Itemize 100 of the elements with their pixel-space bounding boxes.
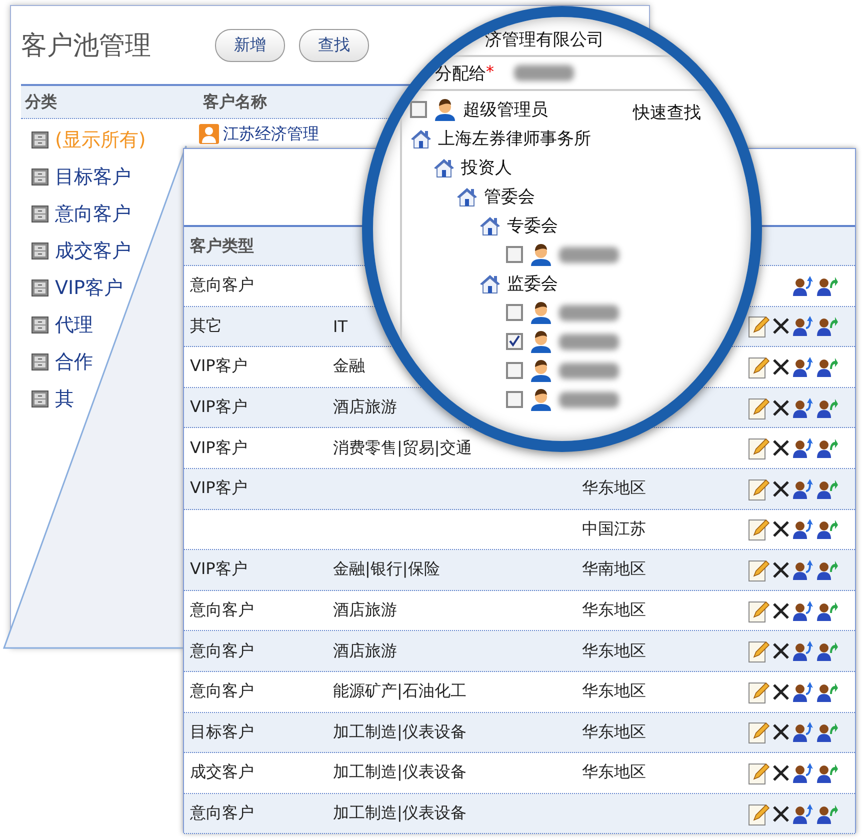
person-icon (433, 98, 457, 122)
user-avatar-icon (199, 124, 219, 144)
quick-search-link[interactable]: 快速查找 (633, 101, 701, 121)
table-cell-text: 华东地区 (581, 640, 646, 662)
user-arrow-icon[interactable] (792, 802, 814, 825)
table-cell-text: VIP客户 (189, 356, 248, 378)
category-item[interactable]: 意向客户 (55, 200, 131, 226)
toolbar-button[interactable]: 查找 (299, 28, 369, 62)
user-arrow-icon[interactable] (792, 315, 814, 338)
delete-icon[interactable] (772, 520, 790, 538)
tree-folder[interactable]: 监委会 (507, 272, 558, 295)
user-arrow-icon[interactable] (816, 680, 838, 703)
delete-icon[interactable] (772, 480, 790, 498)
tree-folder[interactable]: 上海左券律师事务所 (438, 127, 591, 150)
user-arrow-icon[interactable] (816, 356, 838, 378)
user-arrow-icon[interactable] (792, 680, 814, 703)
edit-icon[interactable] (748, 436, 770, 460)
edit-icon[interactable] (748, 680, 770, 704)
user-arrow-icon[interactable] (792, 274, 814, 297)
category-item[interactable]: 代理 (55, 312, 93, 338)
table-cell-text: 成交客户 (189, 762, 254, 784)
person-icon (529, 388, 553, 412)
edit-icon[interactable] (748, 598, 770, 623)
checkbox[interactable] (506, 333, 523, 350)
tree-folder[interactable]: 投资人 (461, 156, 512, 179)
checkbox[interactable] (506, 391, 523, 408)
person-icon (529, 300, 553, 324)
delete-icon[interactable] (772, 642, 790, 660)
checkbox[interactable] (506, 304, 523, 321)
drawer-icon (31, 316, 49, 334)
blurred-name (559, 246, 619, 262)
user-arrow-icon[interactable] (816, 721, 838, 744)
table-cell-text: 酒店旅游 (332, 640, 397, 662)
edit-icon[interactable] (748, 476, 770, 501)
user-arrow-icon[interactable] (792, 600, 814, 622)
toolbar-button[interactable]: 新增 (215, 28, 285, 62)
category-item[interactable]: 其 (55, 386, 74, 412)
category-item[interactable]: 成交客户 (55, 238, 131, 264)
edit-icon[interactable] (748, 802, 770, 826)
category-item[interactable]: VIP客户 (55, 274, 124, 300)
tree-folder[interactable]: 管委会 (484, 185, 535, 208)
tree-item[interactable]: 超级管理员 (463, 98, 548, 121)
customer-name[interactable]: 江苏经济管理 (223, 124, 319, 144)
edit-icon[interactable] (748, 396, 770, 420)
user-arrow-icon[interactable] (816, 274, 838, 297)
user-arrow-icon[interactable] (792, 518, 814, 540)
user-arrow-icon[interactable] (792, 356, 814, 378)
blurred-name (559, 304, 619, 320)
drawer-icon (31, 168, 49, 186)
delete-icon[interactable] (772, 358, 790, 376)
edit-icon[interactable] (748, 354, 770, 379)
user-arrow-icon[interactable] (816, 640, 838, 662)
user-arrow-icon[interactable] (816, 396, 838, 419)
checkbox[interactable] (506, 246, 523, 263)
delete-icon[interactable] (772, 317, 790, 336)
delete-icon[interactable] (772, 398, 790, 417)
user-arrow-icon[interactable] (816, 600, 838, 622)
user-arrow-icon[interactable] (792, 478, 814, 500)
user-arrow-icon[interactable] (792, 396, 814, 419)
user-arrow-icon[interactable] (792, 558, 814, 581)
column-header: 分类 (24, 92, 57, 112)
delete-icon[interactable] (772, 682, 790, 701)
table-cell-text: 意向客户 (189, 803, 254, 824)
edit-icon[interactable] (748, 314, 770, 338)
user-arrow-icon[interactable] (816, 478, 838, 500)
user-arrow-icon[interactable] (816, 802, 838, 825)
table-cell-text: 加工制造|仪表设备 (332, 722, 466, 743)
delete-icon[interactable] (772, 560, 790, 579)
edit-icon[interactable] (748, 760, 770, 785)
table-cell-text: 华南地区 (581, 559, 646, 580)
user-arrow-icon[interactable] (816, 437, 838, 460)
edit-icon[interactable] (748, 720, 770, 744)
table-cell-text: 华东地区 (581, 600, 646, 622)
user-arrow-icon[interactable] (792, 721, 814, 744)
delete-icon[interactable] (772, 723, 790, 742)
category-item[interactable]: 合作 (55, 348, 93, 374)
user-arrow-icon[interactable] (816, 762, 838, 784)
edit-icon[interactable] (748, 517, 770, 542)
category-item[interactable]: 目标客户 (55, 164, 131, 190)
checkbox[interactable] (506, 362, 523, 379)
table-cell-text: 中国江苏 (581, 518, 646, 540)
delete-icon[interactable] (772, 764, 790, 782)
table-cell-text: 华东地区 (581, 681, 646, 702)
delete-icon[interactable] (772, 602, 790, 620)
delete-icon[interactable] (772, 439, 790, 458)
tree-folder[interactable]: 专委会 (507, 214, 558, 237)
user-arrow-icon[interactable] (816, 518, 838, 540)
checkbox[interactable] (410, 101, 427, 118)
edit-icon[interactable] (748, 558, 770, 582)
user-arrow-icon[interactable] (792, 437, 814, 460)
delete-icon[interactable] (772, 804, 790, 823)
user-arrow-icon[interactable] (792, 640, 814, 662)
user-arrow-icon[interactable] (792, 762, 814, 784)
user-arrow-icon[interactable] (816, 315, 838, 338)
person-icon (529, 358, 553, 382)
table-cell-text: 金融|银行|保险 (332, 559, 440, 580)
edit-icon[interactable] (748, 639, 770, 664)
table-cell-text: 消费零售|贸易|交通 (332, 438, 472, 459)
table-cell-text: 能源矿产|石油化工 (332, 681, 466, 702)
user-arrow-icon[interactable] (816, 558, 838, 581)
